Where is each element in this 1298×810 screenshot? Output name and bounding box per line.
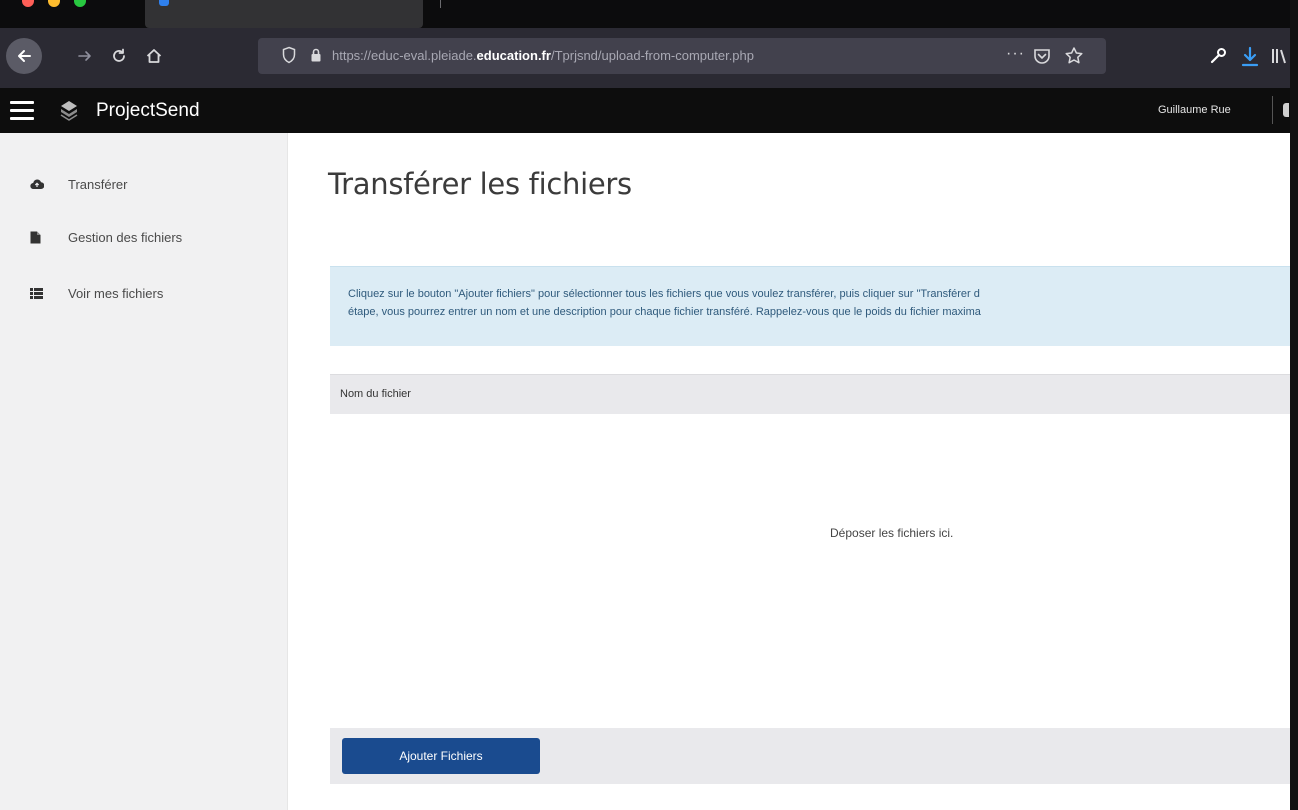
file-icon — [30, 231, 41, 243]
tab-favicon-icon — [159, 0, 169, 6]
tab-separator — [440, 0, 441, 8]
minimize-window-button[interactable] — [48, 0, 60, 7]
list-icon — [30, 287, 43, 299]
app-header: ProjectSend Guillaume Rue — [0, 88, 1290, 133]
close-window-button[interactable] — [22, 0, 34, 7]
menu-toggle-icon[interactable] — [10, 101, 34, 120]
url-path: /Tprjsnd/upload-from-computer.php — [550, 48, 754, 63]
add-files-button[interactable]: Ajouter Fichiers — [342, 738, 540, 774]
cloud-upload-icon — [30, 179, 44, 190]
brand-name[interactable]: ProjectSend — [96, 100, 200, 122]
page-actions-more-icon[interactable]: ··· — [1006, 45, 1025, 63]
shield-icon[interactable] — [282, 46, 296, 64]
url-domain: education.fr — [476, 48, 551, 63]
url-text[interactable]: https://educ-eval.pleiade.education.fr/T… — [332, 48, 754, 63]
browser-tab-active[interactable] — [145, 0, 423, 28]
info-text-line-2: étape, vous pourrez entrer un nom et une… — [348, 306, 981, 318]
file-dropzone[interactable]: Déposer les fichiers ici. — [330, 414, 1290, 728]
user-name[interactable]: Guillaume Rue — [1158, 104, 1231, 116]
info-text-line-1: Cliquez sur le bouton "Ajouter fichiers"… — [348, 288, 980, 300]
home-button[interactable] — [138, 38, 170, 74]
lock-icon[interactable] — [310, 47, 322, 63]
header-separator — [1272, 96, 1273, 124]
page-title: Transférer les fichiers — [328, 167, 632, 201]
url-prefix: https://educ-eval.pleiade. — [332, 48, 477, 63]
upload-footer: Ajouter Fichiers — [330, 728, 1290, 784]
dropzone-text: Déposer les fichiers ici. — [830, 526, 954, 540]
sidebar-item-label: Voir mes fichiers — [68, 285, 164, 301]
sidebar-item-gestion-fichiers[interactable]: Gestion des fichiers — [0, 222, 288, 252]
file-table-header: Nom du fichier — [330, 374, 1290, 414]
tools-wrench-icon[interactable] — [1208, 46, 1228, 66]
browser-tabstrip — [0, 0, 1290, 28]
projectsend-logo-icon — [60, 101, 78, 121]
back-button[interactable] — [2, 38, 46, 74]
browser-navbar: https://educ-eval.pleiade.education.fr/T… — [0, 28, 1290, 88]
sidebar-item-transferer[interactable]: Transférer — [0, 169, 288, 199]
zoom-window-button[interactable] — [74, 0, 86, 7]
url-bar[interactable]: https://educ-eval.pleiade.education.fr/T… — [258, 38, 1106, 74]
library-icon[interactable] — [1270, 46, 1290, 66]
download-icon[interactable] — [1240, 46, 1260, 68]
column-header-filename: Nom du fichier — [340, 388, 411, 400]
forward-button[interactable] — [72, 38, 98, 74]
sidebar: Transférer Gestion des fichiers Voir mes… — [0, 133, 288, 810]
bookmark-star-icon[interactable] — [1064, 46, 1084, 66]
reload-icon — [113, 48, 125, 62]
back-arrow-icon — [6, 38, 42, 74]
forward-arrow-icon — [78, 51, 91, 61]
pocket-icon[interactable] — [1032, 46, 1052, 66]
sidebar-item-label: Gestion des fichiers — [68, 229, 183, 245]
info-alert: Cliquez sur le bouton "Ajouter fichiers"… — [330, 266, 1290, 346]
home-icon — [146, 49, 162, 63]
reload-button[interactable] — [106, 38, 132, 74]
sidebar-item-voir-fichiers[interactable]: Voir mes fichiers — [0, 278, 288, 308]
user-menu-icon[interactable] — [1283, 103, 1289, 117]
window-edge — [1290, 0, 1298, 810]
sidebar-item-label: Transférer — [68, 176, 128, 192]
